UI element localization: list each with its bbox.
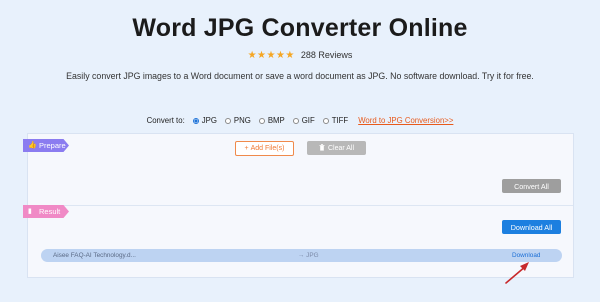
target-format: → JPG [298,252,319,259]
prepare-tag-label: Prepare [39,141,66,150]
result-tag: ▮ Result [23,205,69,218]
radio-label: JPG [201,116,217,125]
radio-jpg[interactable]: JPG [192,116,217,125]
file-name: Aisee FAQ-AI Technology.d... [53,252,136,259]
radio-unchecked-icon [322,117,329,124]
radio-tiff[interactable]: TIFF [322,116,349,125]
rating: ★★★★★ 288 Reviews [0,50,600,61]
result-tag-label: Result [39,207,61,216]
prepare-tag: 👍 Prepare [23,139,69,152]
convert-to-label: Convert to: [146,116,185,125]
download-all-button[interactable]: Download All [502,220,561,234]
add-files-label: Add File(s) [250,145,285,152]
radio-label: TIFF [331,116,349,125]
radio-label: GIF [301,116,315,125]
converter-panel: 👍 Prepare + Add File(s) Clear All Conver… [23,133,574,278]
radio-label: BMP [267,116,285,125]
result-icon: ▮ [28,208,32,215]
trash-icon [319,143,325,153]
radio-bmp[interactable]: BMP [258,116,285,125]
radio-unchecked-icon [292,117,299,124]
clear-all-label: Clear All [327,144,355,152]
radio-png[interactable]: PNG [224,116,251,125]
reviews-count: 288 Reviews [300,50,353,60]
add-files-button[interactable]: + Add File(s) [235,141,294,156]
page-subtitle: Easily convert JPG images to a Word docu… [66,71,534,81]
radio-label: PNG [233,116,251,125]
result-file-row: Aisee FAQ-AI Technology.d... → JPG Downl… [41,249,562,262]
radio-unchecked-icon [224,117,231,124]
convert-all-button[interactable]: Convert All [502,179,561,193]
radio-gif[interactable]: GIF [292,116,315,125]
plus-icon: + [244,145,249,152]
radio-unchecked-icon [258,117,265,124]
radio-checked-icon [192,117,199,124]
page-title: Word JPG Converter Online [132,14,468,42]
convert-to-row: Convert to: JPG PNG BMP GIF TIFF Word to… [0,116,600,125]
section-divider [28,205,573,206]
word-to-jpg-link[interactable]: Word to JPG Conversion>> [358,116,453,125]
star-rating-icon: ★★★★★ [247,50,295,61]
thumbs-up-icon: 👍 [28,142,37,149]
file-download-link[interactable]: Download [512,252,540,259]
clear-all-button[interactable]: Clear All [307,141,366,155]
